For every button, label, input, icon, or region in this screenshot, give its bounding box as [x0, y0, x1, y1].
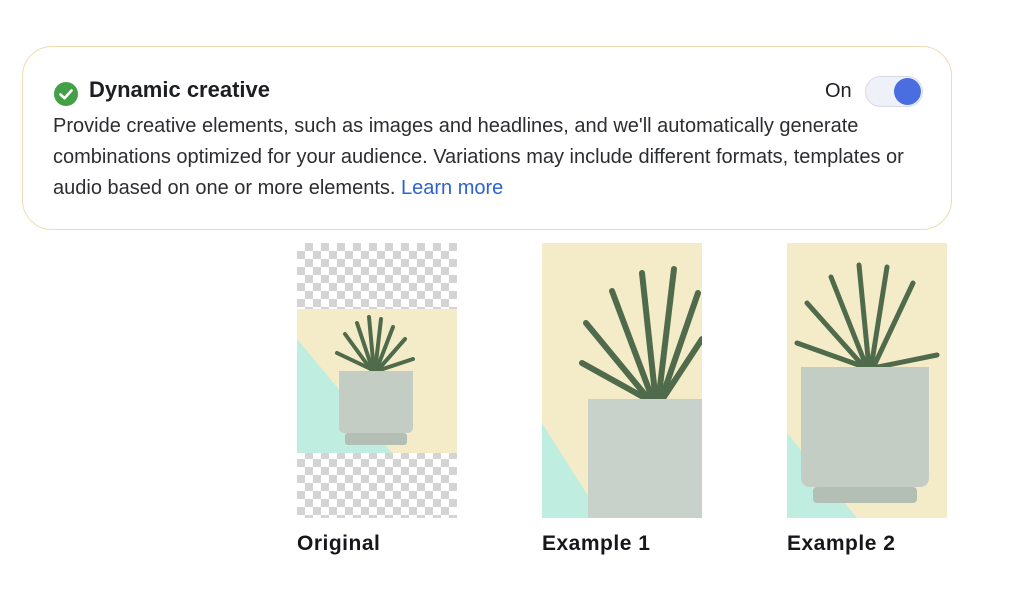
- caption-example-2: Example 2: [787, 532, 896, 555]
- learn-more-link[interactable]: Learn more: [401, 177, 503, 199]
- example-2-image: [787, 243, 947, 518]
- dynamic-creative-toggle[interactable]: [865, 76, 923, 107]
- original-image: [297, 243, 457, 518]
- toggle-state-label: On: [825, 80, 852, 102]
- original-photo: [297, 309, 457, 453]
- check-circle-icon: [54, 82, 78, 106]
- card-title: Dynamic creative: [89, 77, 270, 102]
- dynamic-creative-card: Dynamic creative On Provide creative ele…: [22, 46, 952, 230]
- toggle-knob: [894, 78, 921, 105]
- caption-original: Original: [297, 532, 381, 555]
- caption-example-1: Example 1: [542, 532, 651, 555]
- card-description: Provide creative elements, such as image…: [53, 111, 933, 204]
- example-1-image: [542, 243, 702, 518]
